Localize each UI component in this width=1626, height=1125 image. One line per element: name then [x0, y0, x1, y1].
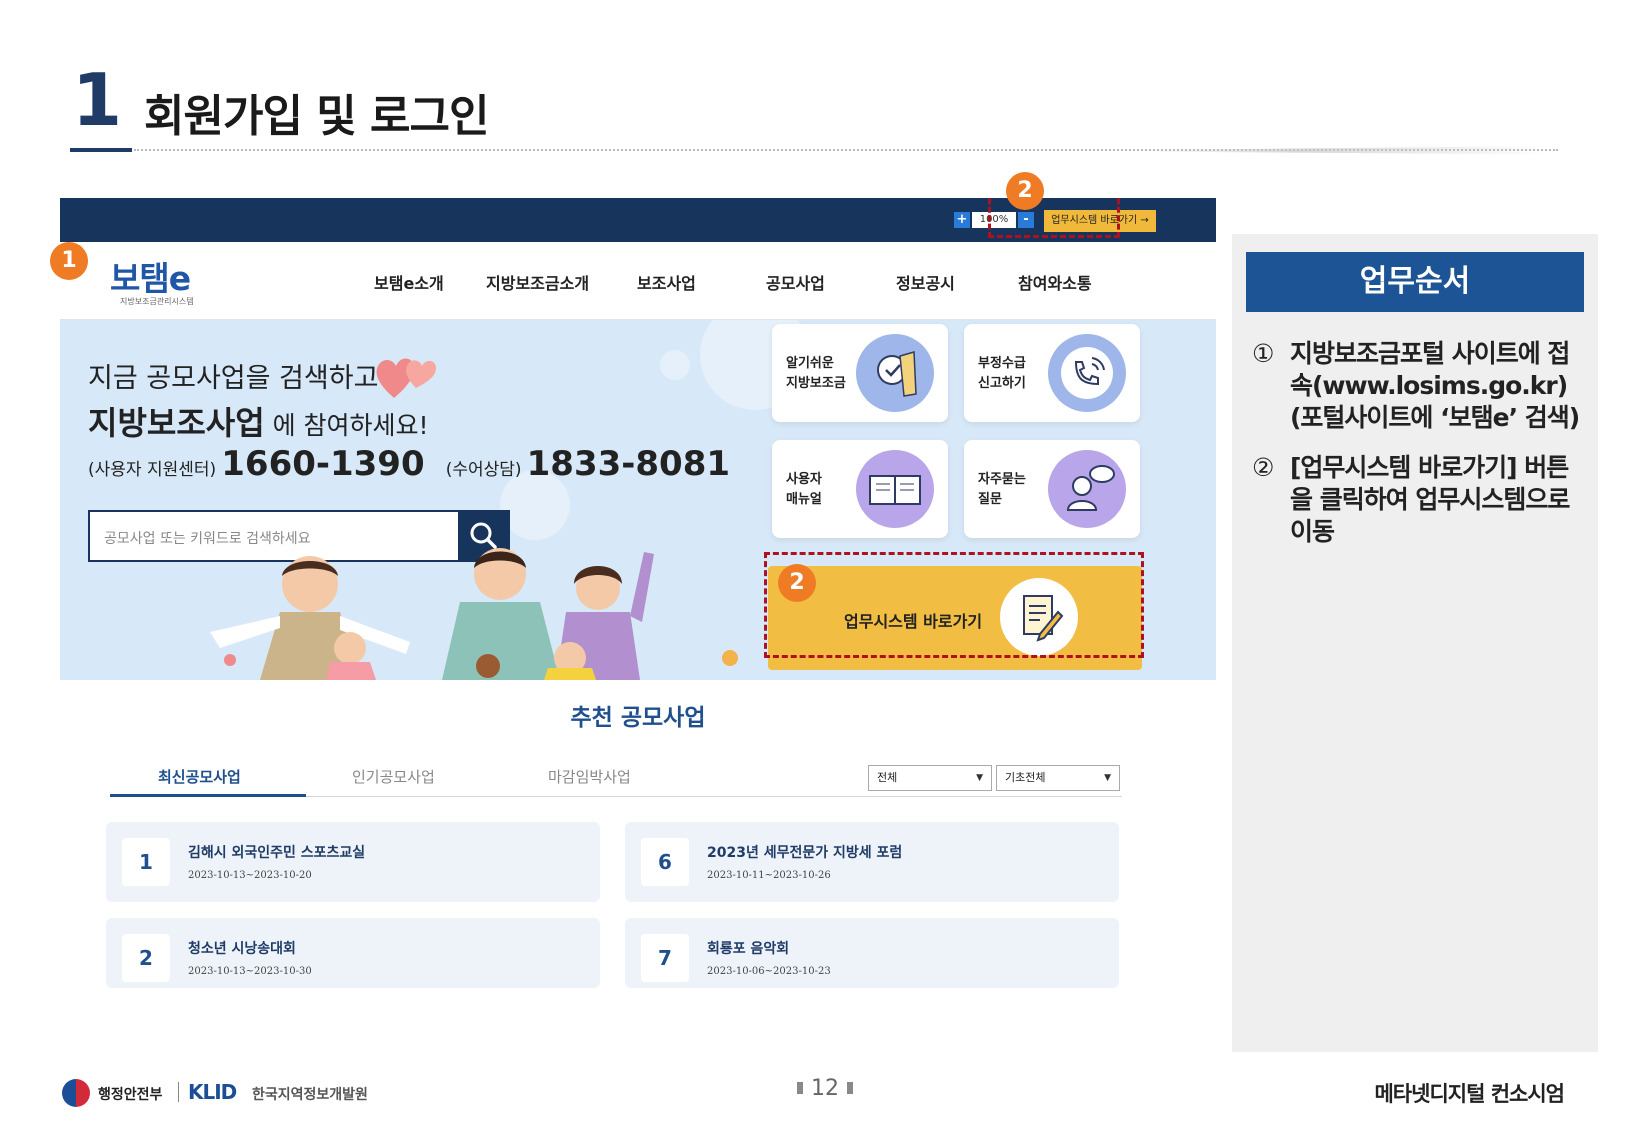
step-badge-2-main: 2: [778, 564, 816, 602]
tab-active-indicator: [110, 794, 306, 797]
phone-call-icon: [1048, 334, 1126, 412]
tab-closing-soon[interactable]: 마감임박사업: [548, 766, 631, 787]
panel-title: 업무순서: [1246, 252, 1584, 312]
highlight-box-topbar-button: [988, 198, 1120, 238]
card-fraud-report[interactable]: 부정수급 신고하기: [964, 324, 1140, 422]
government-emblem-icon: [62, 1079, 90, 1107]
family-illustration: [210, 548, 738, 680]
footer-klid-name: 한국지역정보개발원: [252, 1087, 368, 1103]
highlight-box-big-button: [764, 552, 1144, 658]
portal-screenshot: + 100% - 업무시스템 바로가기 → 보탬e 지방보조금관리시스템 보탬e…: [60, 198, 1216, 1028]
menu-item-disclosure[interactable]: 정보공시: [896, 270, 955, 294]
procedure-panel: 업무순서 ① 지방보조금포털 사이트에 접속(www.losims.go.kr)…: [1232, 234, 1598, 1052]
procedure-step-2: ② [업무시스템 바로가기] 버튼을 클릭하여 업무시스템으로 이동: [1252, 453, 1570, 546]
heart-icon: [376, 358, 436, 398]
portal-nav: 보탬e 지방보조금관리시스템 보탬e소개 지방보조금소개 보조사업 공모사업 정…: [60, 242, 1216, 320]
step-badge-2-top: 2: [1006, 172, 1044, 210]
menu-item-participation[interactable]: 참여와소통: [1018, 270, 1092, 294]
tab-latest[interactable]: 최신공모사업: [158, 766, 241, 787]
region-select[interactable]: 전체 ▼: [868, 765, 992, 791]
decor-bubble: [660, 350, 690, 380]
section-number-underline: [70, 148, 132, 152]
klid-logo: KLID: [188, 1080, 237, 1104]
contest-item[interactable]: 6 2023년 세무전문가 지방세 포럼 2023-10-11~2023-10-…: [625, 822, 1119, 902]
dropdown-arrow-icon: ▼: [976, 773, 983, 783]
open-book-icon: [856, 450, 934, 528]
contest-item[interactable]: 7 회룡포 음악회 2023-10-06~2023-10-23: [625, 918, 1119, 988]
card-easy-subsidy[interactable]: 알기쉬운 지방보조금: [772, 324, 948, 422]
logo-subtitle: 지방보조금관리시스템: [120, 297, 194, 306]
menu-item-public-contests[interactable]: 공모사업: [766, 270, 825, 294]
card-faq[interactable]: 자주묻는 질문: [964, 440, 1140, 538]
section-number: 1: [72, 58, 123, 142]
support-phone: 1660-1390: [221, 444, 425, 484]
step-badge-1: 1: [50, 242, 88, 280]
menu-item-subsidy-intro[interactable]: 지방보조금소개: [486, 270, 589, 294]
logo-text: 보탬e: [110, 259, 191, 298]
tab-popular[interactable]: 인기공모사업: [352, 766, 435, 787]
menu-item-botem-intro[interactable]: 보탬e소개: [374, 270, 444, 294]
faq-person-icon: [1048, 450, 1126, 528]
menu-item-subsidy-projects[interactable]: 보조사업: [637, 270, 696, 294]
hero-line-2: 지방보조사업 에 참여하세요!: [88, 404, 429, 442]
footer-separator: [178, 1082, 179, 1102]
dropdown-arrow-icon: ▼: [1104, 773, 1111, 783]
sign-language-phone: 1833-8081: [526, 444, 731, 484]
contest-item[interactable]: 2 청소년 시낭송대회 2023-10-13~2023-10-30: [106, 918, 600, 988]
hero-contact: (사용자 지원센터) 1660-1390 (수어상담) 1833-8081: [88, 444, 731, 484]
basic-region-select[interactable]: 기초전체 ▼: [996, 765, 1120, 791]
page-number: 12: [780, 1076, 870, 1101]
card-user-manual[interactable]: 사용자 매뉴얼: [772, 440, 948, 538]
recommend-title: 추천 공모사업: [570, 705, 706, 731]
footer-gov-name: 행정안전부: [98, 1087, 163, 1103]
procedure-step-1: ① 지방보조금포털 사이트에 접속(www.losims.go.kr) (포털사…: [1252, 339, 1580, 432]
hero-line-1: 지금 공모사업을 검색하고: [88, 363, 379, 394]
zoom-in-button[interactable]: +: [954, 212, 970, 228]
guide-person-icon: [856, 334, 934, 412]
contest-item[interactable]: 1 김해시 외국인주민 스포츠교실 2023-10-13~2023-10-20: [106, 822, 600, 902]
page-title: 회원가입 및 로그인: [144, 91, 489, 142]
footer-company: 메타넷디지털 컨소시엄: [1374, 1082, 1565, 1106]
botem-logo[interactable]: 보탬e 지방보조금관리시스템: [110, 252, 220, 308]
